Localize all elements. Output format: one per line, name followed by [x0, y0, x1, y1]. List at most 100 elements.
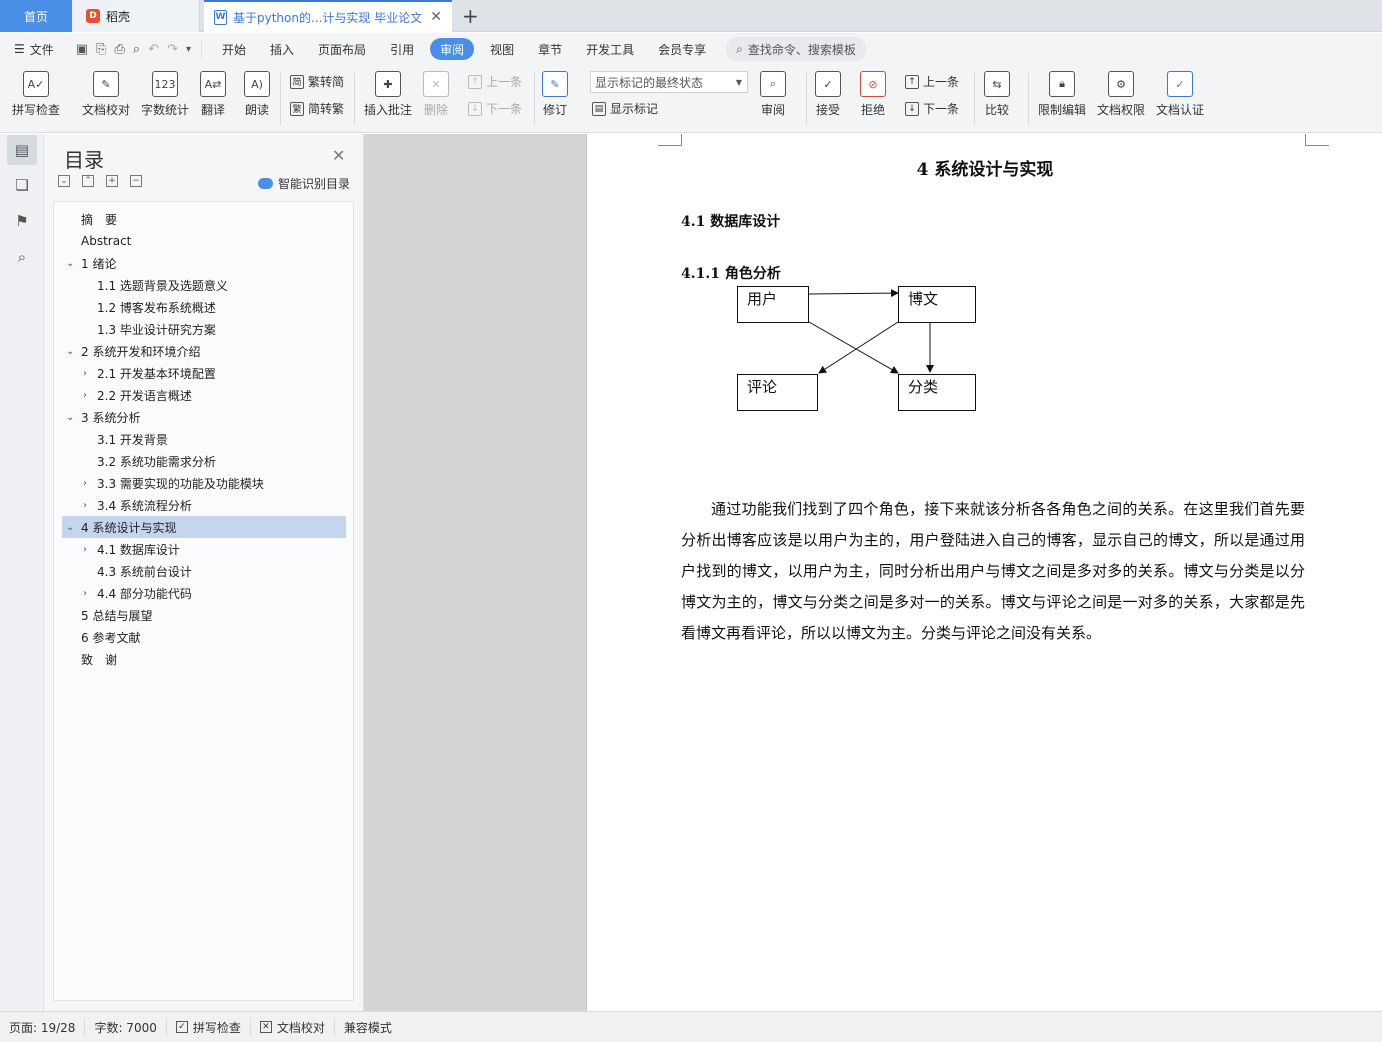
chevron-right-icon[interactable]: › [83, 544, 87, 555]
chevron-down-icon[interactable]: ⌄ [66, 412, 74, 423]
toc-item-label: 1.1 选题背景及选题意义 [97, 278, 228, 293]
review-pane-button[interactable]: ⌕ 审阅 [760, 71, 786, 118]
toc-item[interactable]: › 4.4 部分功能代码 [62, 582, 346, 604]
toc-item[interactable]: › 2.1 开发基本环境配置 [62, 362, 346, 384]
compare-button[interactable]: ⇆ 比较 [984, 71, 1010, 118]
word-count-status[interactable]: 字数: 7000 [85, 1018, 167, 1036]
toc-item[interactable]: 3.1 开发背景 [62, 428, 346, 450]
toc-item[interactable]: 1.2 博客发布系统概述 [62, 296, 346, 318]
spell-check-button[interactable]: A✓ 拼写检查 [12, 71, 60, 118]
chevron-right-icon[interactable]: › [83, 390, 87, 401]
chevron-down-icon[interactable]: ⌄ [66, 346, 74, 357]
track-changes-button[interactable]: ✎ 修订 [542, 71, 568, 118]
add-heading-icon[interactable]: + [106, 175, 118, 187]
toc-item[interactable]: Abstract [62, 230, 346, 252]
smart-toc-button[interactable]: 智能识别目录 [258, 175, 350, 192]
chevron-down-icon[interactable]: ⌄ [66, 522, 74, 533]
toc-item[interactable]: › 2.2 开发语言概述 [62, 384, 346, 406]
traditional-to-simplified-button[interactable]: 简 繁转简 [290, 73, 344, 90]
menu-devtools[interactable]: 开发工具 [574, 38, 646, 60]
document-permission-button[interactable]: ⚙ 文档权限 [1097, 71, 1145, 118]
collapse-all-icon[interactable]: ⌄ [58, 175, 70, 187]
export-icon[interactable]: ⎘ [96, 42, 106, 57]
toc-item[interactable]: › 3.3 需要实现的功能及功能模块 [62, 472, 346, 494]
toc-item[interactable]: 3.2 系统功能需求分析 [62, 450, 346, 472]
simplified-to-traditional-button[interactable]: 繁 简转繁 [290, 100, 344, 117]
toc-item[interactable]: ⌄ 3 系统分析 [62, 406, 346, 428]
word-count-button[interactable]: 123 字数统计 [141, 71, 189, 118]
chapter-nav-icon[interactable]: ❏ [7, 170, 37, 200]
page-indicator[interactable]: 页面: 19/28 [0, 1018, 86, 1036]
undo-icon[interactable]: ↶ [148, 42, 159, 57]
tab-document[interactable]: W 基于python的...计与实现 毕业论文 ✕ [204, 0, 452, 32]
proofread-status[interactable]: ✕ 文档校对 [251, 1018, 335, 1036]
file-menu[interactable]: ☰ 文件 [0, 38, 66, 60]
toc-item-label: 1 绪论 [81, 256, 117, 271]
menu-member[interactable]: 会员专享 [646, 38, 718, 60]
toc-item[interactable]: 致 谢 [62, 648, 346, 670]
chevron-right-icon[interactable]: › [83, 500, 87, 511]
toc-item[interactable]: 4.3 系统前台设计 [62, 560, 346, 582]
prev-comment-button[interactable]: ↑ 上一条 [468, 73, 522, 90]
next-change-button[interactable]: ↓ 下一条 [905, 100, 959, 117]
document-page[interactable]: 4 系统设计与实现 4.1 数据库设计 4.1.1 角色分析 用户 博文 评论 … [586, 134, 1382, 1011]
read-aloud-button[interactable]: A) 朗读 [244, 71, 270, 118]
remove-heading-icon[interactable]: − [130, 175, 142, 187]
markup-state-select[interactable]: 显示标记的最终状态 ▼ [590, 71, 748, 93]
chevron-right-icon[interactable]: › [83, 478, 87, 489]
spell-check-status[interactable]: ✓ 拼写检查 [167, 1018, 251, 1036]
command-search[interactable]: ⌕ 查找命令、搜索模板 [726, 37, 867, 61]
chevron-right-icon[interactable]: › [83, 368, 87, 379]
toc-item[interactable]: 5 总结与展望 [62, 604, 346, 626]
accept-button[interactable]: ✓ 接受 [815, 71, 841, 118]
toc-item[interactable]: ⌄ 1 绪论 [62, 252, 346, 274]
next-comment-button[interactable]: ↓ 下一条 [468, 100, 522, 117]
toc-item[interactable]: 摘 要 [62, 208, 346, 230]
prev-change-button[interactable]: ↑ 上一条 [905, 73, 959, 90]
insert-comment-button[interactable]: ✚ 插入批注 [364, 71, 412, 118]
toc-item[interactable]: › 4.1 数据库设计 [62, 538, 346, 560]
proofread-button[interactable]: ✎ 文档校对 [82, 71, 130, 118]
bookmark-icon[interactable]: ⚑ [7, 206, 37, 236]
toc-item[interactable]: 1.1 选题背景及选题意义 [62, 274, 346, 296]
chapter-heading: 4 系统设计与实现 [916, 160, 1054, 180]
menu-reference[interactable]: 引用 [378, 38, 426, 60]
redo-icon[interactable]: ↷ [167, 42, 178, 57]
customize-chevron-icon[interactable]: ▾ [186, 44, 191, 55]
save-icon[interactable]: ▣ [76, 42, 88, 57]
reject-button[interactable]: ⊘ 拒绝 [860, 71, 886, 118]
chevron-down-icon[interactable]: ⌄ [66, 258, 74, 269]
toc-item-label: 2.2 开发语言概述 [97, 388, 192, 403]
close-icon[interactable]: ✕ [332, 146, 345, 165]
new-tab-plus-icon[interactable]: + [462, 4, 479, 28]
chevron-right-icon[interactable]: › [83, 588, 87, 599]
prev-comment-icon: ↑ [468, 74, 482, 89]
toc-item[interactable]: ⌄ 2 系统开发和环境介绍 [62, 340, 346, 362]
word-count-label: 字数统计 [141, 103, 190, 117]
toc-view-icon[interactable]: ▤ [7, 135, 37, 165]
document-certify-button[interactable]: ✓ 文档认证 [1156, 71, 1204, 118]
next-change-icon: ↓ [905, 101, 919, 116]
print-preview-icon[interactable]: ⌕ [133, 42, 140, 57]
delete-comment-button[interactable]: ✕ 删除 [423, 71, 449, 118]
toc-item-selected[interactable]: ⌄ 4 系统设计与实现 [62, 516, 346, 538]
menu-start[interactable]: 开始 [210, 38, 258, 60]
menu-layout[interactable]: 页面布局 [306, 38, 378, 60]
menu-view[interactable]: 视图 [478, 38, 526, 60]
toc-item[interactable]: 1.3 毕业设计研究方案 [62, 318, 346, 340]
menu-insert[interactable]: 插入 [258, 38, 306, 60]
menu-chapter[interactable]: 章节 [526, 38, 574, 60]
expand-up-icon[interactable]: ⌃ [82, 175, 94, 187]
restrict-editing-button[interactable]: 🔒︎ 限制编辑 [1038, 71, 1086, 118]
tab-home[interactable]: 首页 [0, 0, 72, 32]
toc-item[interactable]: › 3.4 系统流程分析 [62, 494, 346, 516]
menu-review[interactable]: 审阅 [430, 38, 475, 60]
search-icon[interactable]: ⌕ [7, 242, 37, 272]
tab-daoke[interactable]: D 稻壳 [72, 0, 200, 32]
show-markup-button[interactable]: ▤ 显示标记 [592, 100, 658, 117]
toc-item[interactable]: 6 参考文献 [62, 626, 346, 648]
print-icon[interactable]: ⎙ [114, 42, 124, 57]
close-tab-icon[interactable]: ✕ [430, 9, 442, 25]
translate-button[interactable]: A⇄ 翻译 [200, 71, 226, 118]
document-canvas[interactable]: 4 系统设计与实现 4.1 数据库设计 4.1.1 角色分析 用户 博文 评论 … [364, 134, 1382, 1011]
